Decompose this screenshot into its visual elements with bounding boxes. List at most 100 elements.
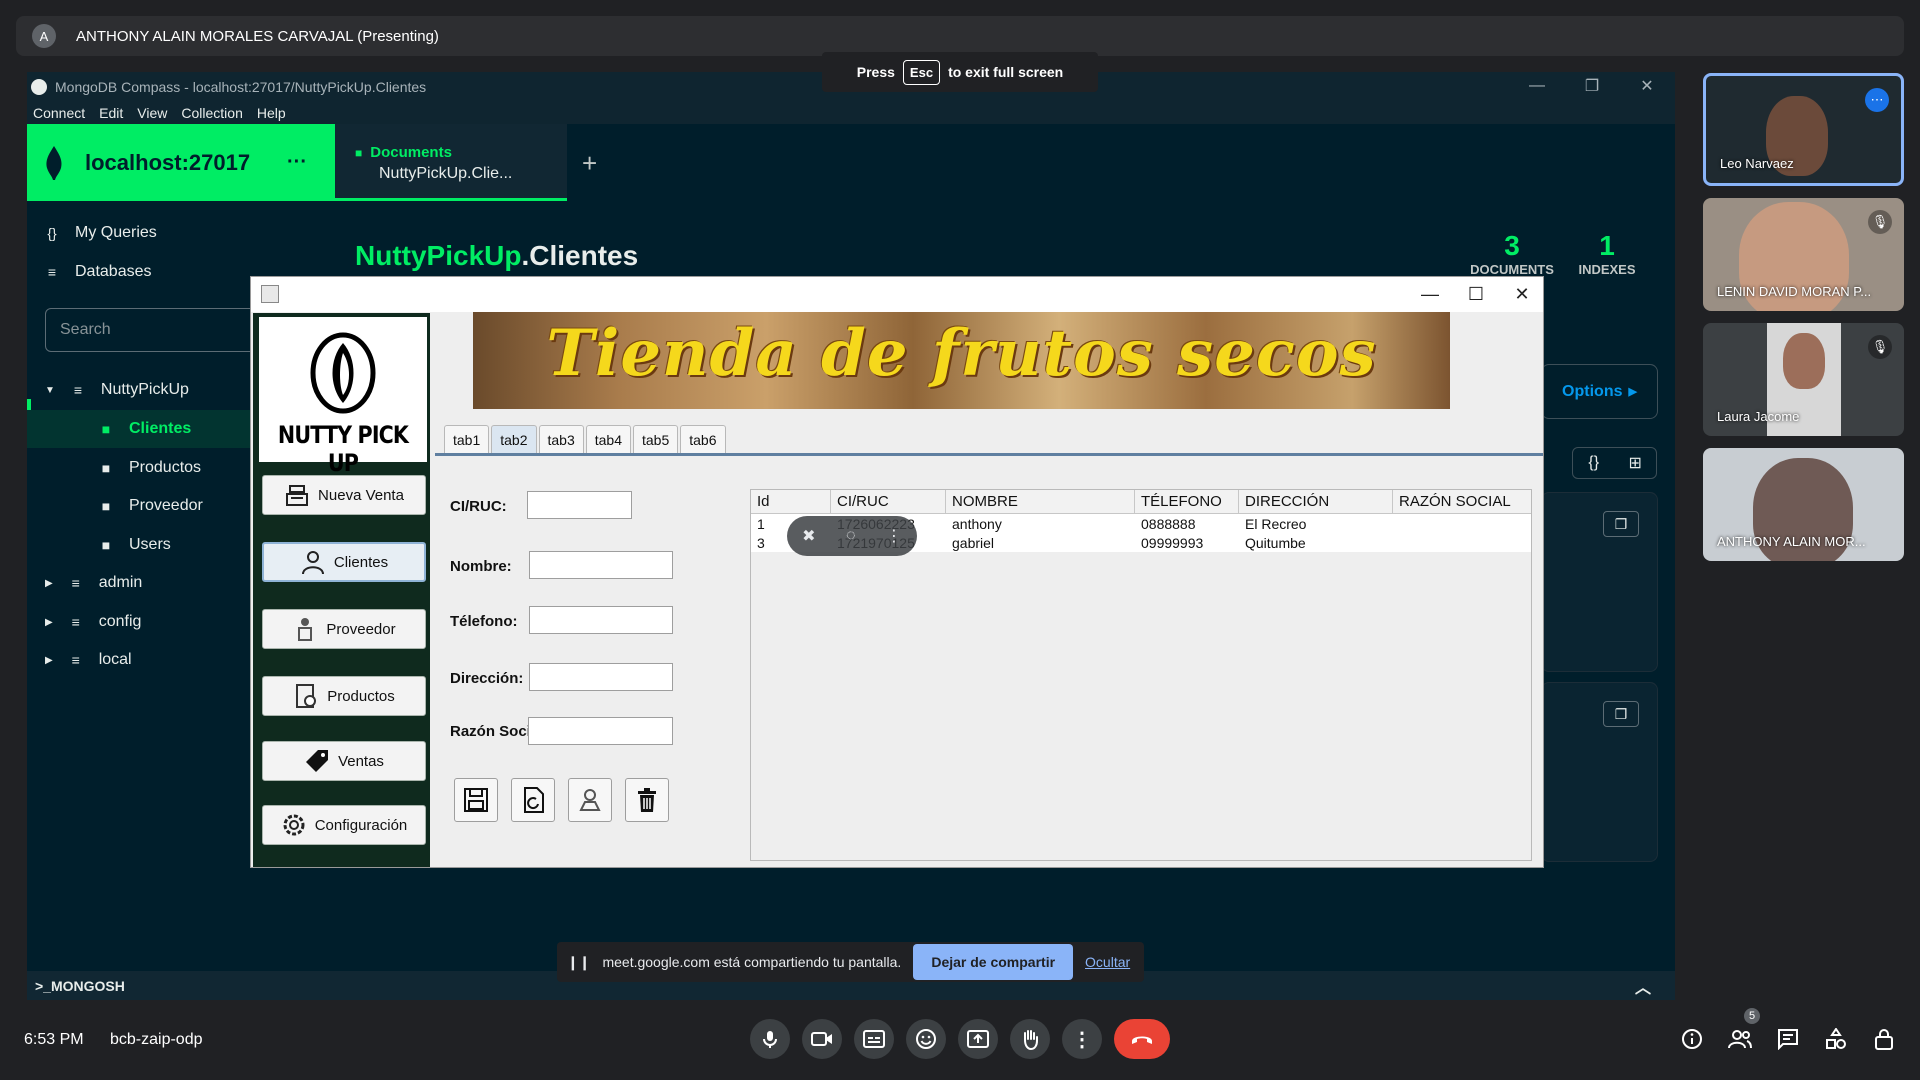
database-icon: ≡ <box>73 382 82 398</box>
caret-right-icon[interactable]: ▶ <box>45 617 53 628</box>
participant-tile[interactable]: ANTHONY ALAIN MOR... <box>1703 448 1904 561</box>
minimize-icon[interactable]: — <box>1527 76 1547 96</box>
nav-ventas-button[interactable]: Ventas <box>262 741 426 781</box>
menu-view[interactable]: View <box>137 105 167 121</box>
caret-right-icon[interactable]: ▶ <box>45 578 53 589</box>
tab-2[interactable]: tab2 <box>491 425 537 453</box>
ci-input[interactable] <box>527 491 632 519</box>
reactions-button[interactable] <box>906 1019 946 1059</box>
nav-nueva-venta-button[interactable]: Nueva Venta <box>262 475 426 515</box>
sales-tag-icon <box>304 748 330 774</box>
cell-telefono: 0888888 <box>1141 515 1196 532</box>
collection-title: NuttyPickUp.Clientes <box>355 240 638 272</box>
nav-proveedor-button[interactable]: Proveedor <box>262 609 426 649</box>
chevron-up-icon[interactable]: ︿ <box>1635 974 1651 998</box>
connection-more-icon[interactable]: ··· <box>287 151 307 174</box>
maximize-icon[interactable]: ☐ <box>1453 277 1499 312</box>
stop-sharing-button[interactable]: Dejar de compartir <box>913 944 1074 980</box>
caret-right-icon: ▶ <box>1628 386 1637 398</box>
hide-banner-link[interactable]: Ocultar <box>1085 954 1130 970</box>
nav-clientes-button[interactable]: Clientes <box>262 542 426 582</box>
present-screen-button[interactable] <box>958 1019 998 1059</box>
more-options-icon[interactable]: ⋮ <box>886 526 902 546</box>
restore-icon[interactable]: ❐ <box>1582 76 1602 96</box>
participant-tile[interactable]: ⋯ Leo Narvaez <box>1703 73 1904 186</box>
minimize-icon[interactable]: — <box>1407 277 1453 312</box>
more-options-icon[interactable]: ⋯ <box>1865 88 1889 112</box>
participant-tile[interactable]: 🎙 LENIN DAVID MORAN P... <box>1703 198 1904 311</box>
pause-icon: ❙❙ <box>567 953 591 970</box>
connection-header[interactable]: localhost:27017 ··· <box>27 124 335 201</box>
copy-document-icon[interactable]: ❐ <box>1603 511 1639 537</box>
fullscreen-hint: Press Esc to exit full screen <box>822 52 1098 92</box>
close-icon[interactable]: ✕ <box>1637 76 1657 96</box>
host-controls-button[interactable] <box>1869 1024 1899 1054</box>
leave-call-button[interactable] <box>1114 1019 1170 1059</box>
menu-edit[interactable]: Edit <box>99 105 123 121</box>
delete-button[interactable] <box>625 778 669 822</box>
menu-connect[interactable]: Connect <box>33 105 85 121</box>
app-sidebar: NUTTY PICK UP Nueva Venta Clientes Prove… <box>253 313 430 867</box>
meeting-details-button[interactable] <box>1677 1024 1707 1054</box>
caret-right-icon[interactable]: ▶ <box>45 655 53 666</box>
tab-documents[interactable]: ■ Documents NuttyPickUp.Clie... <box>335 124 567 201</box>
nav-productos-button[interactable]: Productos <box>262 676 426 716</box>
menu-help[interactable]: Help <box>257 105 286 121</box>
add-tab-icon[interactable]: + <box>582 148 597 179</box>
participant-name: ANTHONY ALAIN MOR... <box>1717 534 1866 549</box>
table-view-icon[interactable]: ⊞ <box>1615 448 1657 478</box>
column-header-telefono[interactable]: TÉLEFONO <box>1135 490 1239 513</box>
collection-db-name[interactable]: NuttyPickUp <box>355 240 521 271</box>
column-header-id[interactable]: Id <box>751 490 831 513</box>
tab-6[interactable]: tab6 <box>680 425 726 453</box>
chat-icon <box>1778 1029 1798 1050</box>
razon-social-input[interactable] <box>528 717 673 745</box>
participant-tile[interactable]: 🎙 Laura Jacome <box>1703 323 1904 436</box>
hide-icon[interactable]: ◌ <box>846 527 856 545</box>
presenter-bar: A ANTHONY ALAIN MORALES CARVAJAL (Presen… <box>16 16 1904 56</box>
caret-down-icon[interactable]: ▼ <box>45 385 55 396</box>
nav-label: Proveedor <box>326 620 396 638</box>
save-button[interactable] <box>454 778 498 822</box>
people-button[interactable] <box>1725 1024 1755 1054</box>
more-options-button[interactable]: ⋮ <box>1062 1019 1102 1059</box>
banner-text: Tienda de frutos secos <box>546 316 1377 391</box>
user-icon <box>300 549 326 575</box>
tab-4[interactable]: tab4 <box>585 425 631 453</box>
json-view-icon[interactable]: {} <box>1573 448 1615 478</box>
close-icon[interactable]: ✕ <box>1499 277 1545 312</box>
direccion-input[interactable] <box>529 663 673 691</box>
tab-3[interactable]: tab3 <box>538 425 584 453</box>
copy-document-icon[interactable]: ❐ <box>1603 701 1639 727</box>
column-header-nombre[interactable]: NOMBRE <box>946 490 1135 513</box>
nav-configuracion-button[interactable]: Configuración <box>262 805 426 845</box>
braces-icon: {} <box>47 225 57 241</box>
sidebar-item-label: Databases <box>75 263 152 280</box>
activities-button[interactable] <box>1821 1024 1851 1054</box>
nombre-input[interactable] <box>529 551 673 579</box>
camera-button[interactable] <box>802 1019 842 1059</box>
column-header-razon-social[interactable]: RAZÓN SOCIAL <box>1393 490 1531 513</box>
unpin-icon[interactable]: ✖ <box>802 526 815 546</box>
telefono-input[interactable] <box>529 606 673 634</box>
clean-button[interactable] <box>568 778 612 822</box>
options-button[interactable]: Options ▶ <box>1541 364 1658 419</box>
captions-icon <box>863 1030 885 1048</box>
folder-icon: ■ <box>101 498 111 514</box>
indexes-count: 1 <box>1599 230 1615 261</box>
captions-button[interactable] <box>854 1019 894 1059</box>
column-header-direccion[interactable]: DIRECCIÓN <box>1239 490 1393 513</box>
raise-hand-button[interactable] <box>1010 1019 1050 1059</box>
tab-5[interactable]: tab5 <box>633 425 679 453</box>
column-header-ci[interactable]: CI/RUC <box>831 490 946 513</box>
update-button[interactable] <box>511 778 555 822</box>
tab-1[interactable]: tab1 <box>444 425 490 453</box>
indexes-stat[interactable]: 1 INDEXES <box>1572 230 1642 277</box>
microphone-button[interactable] <box>750 1019 790 1059</box>
documents-stat[interactable]: 3 DOCUMENTS <box>1467 230 1557 277</box>
menu-collection[interactable]: Collection <box>181 105 242 121</box>
chat-button[interactable] <box>1773 1024 1803 1054</box>
mongosh-label: >_MONGOSH <box>35 977 125 994</box>
sidebar-item-my-queries[interactable]: {} My Queries <box>27 214 335 252</box>
sidebar-item-label: Productos <box>129 459 202 476</box>
